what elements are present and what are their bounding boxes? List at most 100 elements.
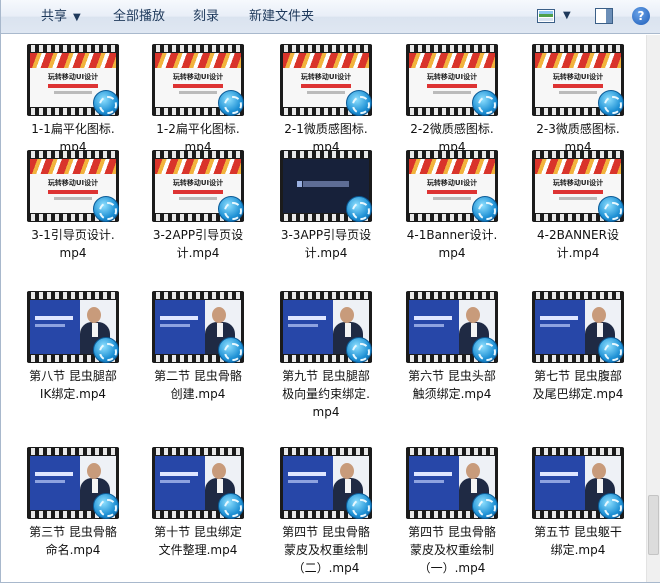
file-name-line: 第九节 昆虫腿部 — [282, 369, 370, 383]
video-thumbnail[interactable] — [280, 447, 372, 519]
file-name[interactable]: 3-2APP引导页设 计.mp4 — [140, 226, 256, 262]
file-item[interactable]: 第五节 昆虫躯干 绑定.mp4 — [520, 447, 636, 559]
file-item[interactable]: 玩转移动UI设计 2-1微质感图标. mp4 — [268, 44, 384, 156]
file-grid: 玩转移动UI设计 1-1扁平化图标. mp4 玩转移动UI设计 1-2扁平化图标. mp4… — [1, 35, 647, 582]
file-name-line: 第四节 昆虫骨骼 — [408, 525, 496, 539]
file-item[interactable]: 第十节 昆虫绑定 文件整理.mp4 — [140, 447, 256, 559]
media-player-icon — [472, 337, 498, 363]
file-name[interactable]: 第四节 昆虫骨骼 蒙皮及权重绘制 （二）.mp4 — [268, 523, 384, 577]
media-player-icon — [472, 196, 498, 222]
file-item[interactable]: 玩转移动UI设计 4-1Banner设计. mp4 — [394, 150, 510, 262]
media-player-icon — [598, 196, 624, 222]
thumbnail-title: 玩转移动UI设计 — [47, 179, 99, 187]
media-player-icon — [598, 493, 624, 519]
video-thumbnail[interactable]: 玩转移动UI设计 — [152, 44, 244, 116]
file-name[interactable]: 第三节 昆虫骨骼 命名.mp4 — [15, 523, 131, 559]
file-name-line: 4-2BANNER设 — [537, 228, 619, 242]
file-name[interactable]: 第十节 昆虫绑定 文件整理.mp4 — [140, 523, 256, 559]
video-thumbnail[interactable]: 玩转移动UI设计 — [532, 150, 624, 222]
file-item[interactable]: 第三节 昆虫骨骼 命名.mp4 — [15, 447, 131, 559]
film-strip-icon — [406, 448, 498, 455]
video-thumbnail[interactable] — [280, 150, 372, 222]
video-thumbnail[interactable] — [532, 291, 624, 363]
file-item[interactable]: 玩转移动UI设计 3-2APP引导页设 计.mp4 — [140, 150, 256, 262]
file-name-line: 3-2APP引导页设 — [152, 228, 244, 242]
burn-button[interactable]: 刻录 — [187, 0, 225, 33]
file-name-line: 第五节 昆虫躯干 — [534, 525, 622, 539]
file-item[interactable]: 第八节 昆虫腿部 IK绑定.mp4 — [15, 291, 131, 403]
file-item[interactable]: 3-3APP引导页设 计.mp4 — [268, 150, 384, 262]
share-button[interactable]: 共享 ▼ — [35, 0, 87, 33]
video-thumbnail[interactable] — [152, 447, 244, 519]
file-name[interactable]: 第二节 昆虫骨骼 创建.mp4 — [140, 367, 256, 403]
media-player-icon — [218, 90, 244, 116]
video-thumbnail[interactable]: 玩转移动UI设计 — [280, 44, 372, 116]
video-thumbnail[interactable] — [27, 447, 119, 519]
play-all-button[interactable]: 全部播放 — [107, 0, 171, 33]
film-strip-icon — [280, 45, 372, 52]
video-thumbnail[interactable]: 玩转移动UI设计 — [27, 44, 119, 116]
video-thumbnail[interactable]: 玩转移动UI设计 — [27, 150, 119, 222]
video-thumbnail[interactable]: 玩转移动UI设计 — [406, 44, 498, 116]
media-player-icon — [93, 196, 119, 222]
file-name[interactable]: 第四节 昆虫骨骼 蒙皮及权重绘制 （一）.mp4 — [394, 523, 510, 577]
video-thumbnail[interactable] — [27, 291, 119, 363]
video-thumbnail[interactable]: 玩转移动UI设计 — [152, 150, 244, 222]
help-icon[interactable]: ? — [632, 7, 650, 25]
media-player-icon — [346, 90, 372, 116]
media-player-icon — [93, 337, 119, 363]
file-item[interactable]: 玩转移动UI设计 2-2微质感图标. mp4 — [394, 44, 510, 156]
video-thumbnail[interactable] — [406, 447, 498, 519]
file-item[interactable]: 第七节 昆虫腹部 及尾巴绑定.mp4 — [520, 291, 636, 403]
file-item[interactable]: 第二节 昆虫骨骼 创建.mp4 — [140, 291, 256, 403]
file-name-line: mp4 — [312, 405, 340, 419]
file-item[interactable]: 第四节 昆虫骨骼 蒙皮及权重绘制 （二）.mp4 — [268, 447, 384, 577]
media-player-icon — [218, 493, 244, 519]
vertical-scrollbar[interactable] — [646, 35, 660, 582]
file-item[interactable]: 玩转移动UI设计 1-2扁平化图标. mp4 — [140, 44, 256, 156]
file-item[interactable]: 玩转移动UI设计 2-3微质感图标. mp4 — [520, 44, 636, 156]
new-folder-button[interactable]: 新建文件夹 — [243, 0, 320, 33]
file-item[interactable]: 玩转移动UI设计 1-1扁平化图标. mp4 — [15, 44, 131, 156]
file-name[interactable]: 第七节 昆虫腹部 及尾巴绑定.mp4 — [520, 367, 636, 403]
file-item[interactable]: 玩转移动UI设计 4-2BANNER设 计.mp4 — [520, 150, 636, 262]
file-name-line: 第十节 昆虫绑定 — [154, 525, 242, 539]
file-name-line: 2-2微质感图标. — [410, 122, 494, 136]
thumbnail-title: 玩转移动UI设计 — [552, 73, 604, 81]
preview-pane-icon[interactable] — [595, 8, 613, 24]
media-player-icon — [346, 196, 372, 222]
film-strip-icon — [532, 292, 624, 299]
file-item[interactable]: 第九节 昆虫腿部 极向量约束绑定. mp4 — [268, 291, 384, 421]
file-name[interactable]: 4-2BANNER设 计.mp4 — [520, 226, 636, 262]
media-player-icon — [346, 337, 372, 363]
file-name[interactable]: 4-1Banner设计. mp4 — [394, 226, 510, 262]
video-thumbnail[interactable] — [280, 291, 372, 363]
file-item[interactable]: 第六节 昆虫头部 触须绑定.mp4 — [394, 291, 510, 403]
file-name[interactable]: 第五节 昆虫躯干 绑定.mp4 — [520, 523, 636, 559]
media-player-icon — [598, 337, 624, 363]
file-name-line: 触须绑定.mp4 — [412, 387, 492, 401]
video-thumbnail[interactable]: 玩转移动UI设计 — [406, 150, 498, 222]
file-name[interactable]: 第六节 昆虫头部 触须绑定.mp4 — [394, 367, 510, 403]
view-menu-chevron-icon[interactable]: ▼ — [563, 8, 571, 24]
file-name-line: 3-1引导页设计. — [31, 228, 115, 242]
thumbnail-title: 玩转移动UI设计 — [172, 73, 224, 81]
video-thumbnail[interactable] — [406, 291, 498, 363]
file-name[interactable]: 第九节 昆虫腿部 极向量约束绑定. mp4 — [268, 367, 384, 421]
scrollbar-thumb[interactable] — [648, 495, 659, 555]
file-item[interactable]: 第四节 昆虫骨骼 蒙皮及权重绘制 （一）.mp4 — [394, 447, 510, 577]
media-player-icon — [472, 493, 498, 519]
file-name[interactable]: 3-1引导页设计. mp4 — [15, 226, 131, 262]
view-options-icon[interactable] — [537, 9, 555, 23]
file-item[interactable]: 玩转移动UI设计 3-1引导页设计. mp4 — [15, 150, 131, 262]
file-name[interactable]: 3-3APP引导页设 计.mp4 — [268, 226, 384, 262]
file-name-line: 计.mp4 — [556, 246, 600, 260]
file-name-line: 计.mp4 — [176, 246, 220, 260]
media-player-icon — [93, 90, 119, 116]
video-thumbnail[interactable] — [152, 291, 244, 363]
film-strip-icon — [280, 292, 372, 299]
video-thumbnail[interactable]: 玩转移动UI设计 — [532, 44, 624, 116]
film-strip-icon — [406, 292, 498, 299]
file-name[interactable]: 第八节 昆虫腿部 IK绑定.mp4 — [15, 367, 131, 403]
video-thumbnail[interactable] — [532, 447, 624, 519]
